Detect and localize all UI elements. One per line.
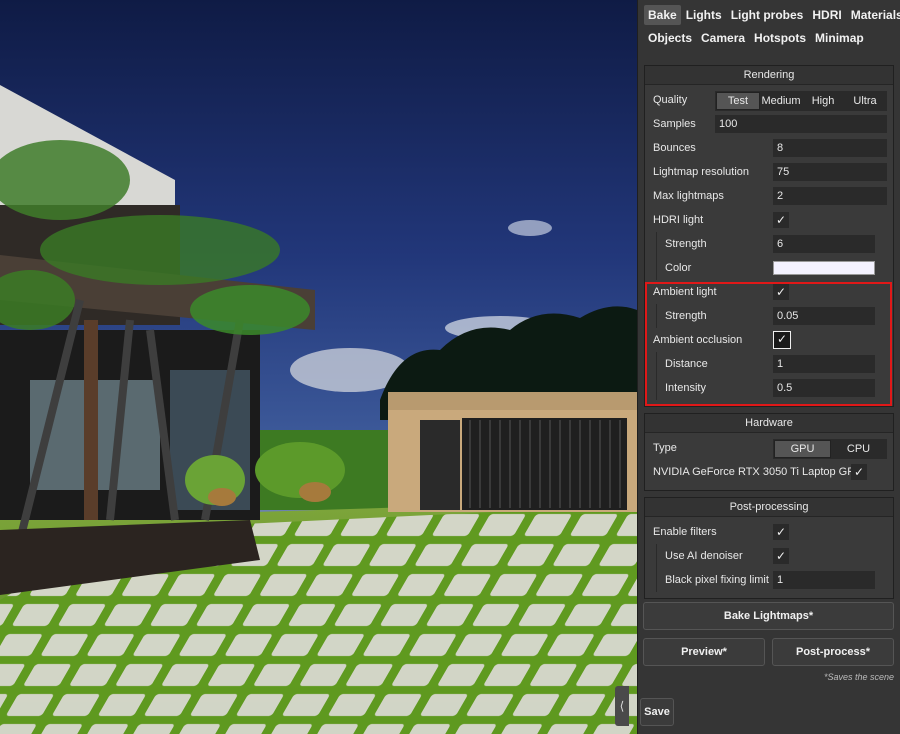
lightmap-resolution-input[interactable] [773,163,887,181]
tab-minimap[interactable]: Minimap [811,28,868,48]
gpu-row: NVIDIA GeForce RTX 3050 Ti Laptop GPU ✓ [645,460,893,484]
rendering-section: Rendering Quality Test Medium High Ultra… [644,65,894,407]
post-processing-section-title: Post-processing [645,498,893,517]
tab-bake[interactable]: Bake [644,4,681,25]
hardware-option-cpu[interactable]: CPU [831,440,886,458]
indent-guide [656,568,657,592]
scene-render [0,0,637,734]
rendering-section-title: Rendering [645,66,893,85]
tab-materials[interactable]: Materials [847,5,900,25]
indent-guide [656,376,657,400]
hdri-strength-row: Strength [645,232,893,256]
post-process-button[interactable]: Post-process* [772,638,894,666]
indent-guide [656,304,657,328]
ambient-strength-label: Strength [665,310,707,322]
hdri-strength-label: Strength [665,238,707,250]
enable-filters-label: Enable filters [653,526,717,538]
ai-denoiser-row: Use AI denoiser ✓ [645,544,893,568]
preview-button[interactable]: Preview* [643,638,765,666]
tab-hotspots[interactable]: Hotspots [750,28,810,48]
quality-option-medium[interactable]: Medium [760,92,802,110]
quality-option-test[interactable]: Test [716,92,760,110]
hdri-strength-input[interactable] [773,235,875,253]
ao-distance-row: Distance [645,352,893,376]
max-lightmaps-label: Max lightmaps [653,190,724,202]
save-button[interactable]: Save [640,698,674,726]
max-lightmaps-input[interactable] [773,187,887,205]
enable-filters-row: Enable filters ✓ [645,520,893,544]
collapse-panel-handle[interactable]: ⟨ [615,686,629,726]
quality-selector: Test Medium High Ultra [715,91,887,111]
tab-lights[interactable]: Lights [682,5,726,25]
indent-guide [656,256,657,280]
tab-row-2: Objects Camera Hotspots Minimap [638,26,900,49]
hardware-option-gpu[interactable]: GPU [774,440,831,458]
tab-row-1: Bake Lights Light probes HDRI Materials [638,3,900,26]
hardware-type-selector: GPU CPU [773,439,887,459]
ambient-strength-input[interactable] [773,307,875,325]
ambient-light-checkbox[interactable]: ✓ [773,284,789,300]
bake-lightmaps-button[interactable]: Bake Lightmaps* [643,602,894,630]
tab-light-probes[interactable]: Light probes [727,5,808,25]
ambient-strength-row: Strength [645,304,893,328]
ao-intensity-row: Intensity [645,376,893,400]
gpu-name-label: NVIDIA GeForce RTX 3050 Ti Laptop GPU [653,466,863,478]
ambient-occlusion-row: Ambient occlusion ✓ [645,328,893,352]
ambient-light-label: Ambient light [653,286,717,298]
hdri-light-row: HDRI light ✓ [645,208,893,232]
quality-option-ultra[interactable]: Ultra [844,92,886,110]
tab-hdri[interactable]: HDRI [808,5,845,25]
ambient-occlusion-checkbox[interactable]: ✓ [773,331,791,349]
quality-option-high[interactable]: High [802,92,844,110]
hardware-type-label: Type [653,442,677,454]
post-processing-section: Post-processing Enable filters ✓ Use AI … [644,497,894,599]
ai-denoiser-label: Use AI denoiser [665,550,743,562]
hdri-light-label: HDRI light [653,214,704,226]
ambient-occlusion-label: Ambient occlusion [653,334,743,346]
lightmap-resolution-label: Lightmap resolution [653,166,750,178]
indent-guide [656,232,657,256]
samples-row: Samples [645,112,893,136]
hdri-color-swatch[interactable] [773,261,875,275]
saves-scene-note: *Saves the scene [823,672,894,682]
black-pixel-input[interactable] [773,571,875,589]
samples-label: Samples [653,118,696,130]
ao-intensity-label: Intensity [665,382,706,394]
ao-distance-label: Distance [665,358,708,370]
ambient-light-row: Ambient light ✓ [645,280,893,304]
scene-viewport[interactable]: ⟨ [0,0,637,734]
indent-guide [656,352,657,376]
bounces-input[interactable] [773,139,887,157]
hardware-section: Hardware Type GPU CPU NVIDIA GeForce RTX… [644,413,894,491]
lightmap-resolution-row: Lightmap resolution [645,160,893,184]
ao-distance-input[interactable] [773,355,875,373]
chevron-left-icon: ⟨ [619,699,625,713]
indent-guide [656,544,657,568]
bounces-label: Bounces [653,142,696,154]
hdri-color-row: Color [645,256,893,280]
tab-objects[interactable]: Objects [644,28,696,48]
gpu-checkbox[interactable]: ✓ [851,464,867,480]
quality-row: Quality Test Medium High Ultra [645,88,893,112]
hdri-light-checkbox[interactable]: ✓ [773,212,789,228]
hardware-section-title: Hardware [645,414,893,433]
hdri-color-label: Color [665,262,692,274]
black-pixel-row: Black pixel fixing limit [645,568,893,592]
ao-intensity-input[interactable] [773,379,875,397]
max-lightmaps-row: Max lightmaps [645,184,893,208]
black-pixel-label: Black pixel fixing limit [665,574,769,586]
tab-camera[interactable]: Camera [697,28,749,48]
enable-filters-checkbox[interactable]: ✓ [773,524,789,540]
bounces-row: Bounces [645,136,893,160]
quality-label: Quality [653,94,688,106]
hardware-type-row: Type GPU CPU [645,436,893,460]
samples-input[interactable] [715,115,887,133]
ai-denoiser-checkbox[interactable]: ✓ [773,548,789,564]
